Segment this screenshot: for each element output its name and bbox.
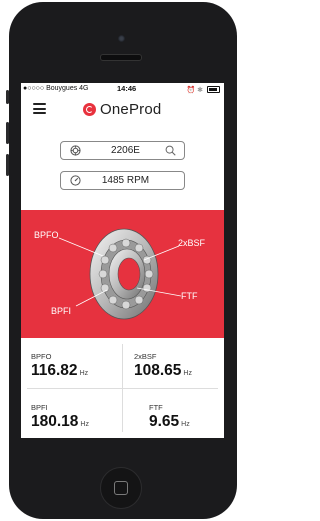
bsf-result: 2xBSF 108.65 Hz xyxy=(123,338,224,388)
bpfi-diagram-label: BPFI xyxy=(51,306,72,316)
bearing-diagram-panel: BPFO 2xBSF FTF BPFI xyxy=(21,210,224,338)
volume-down-button xyxy=(6,154,9,176)
status-icons: ⏰ ✱ xyxy=(186,85,220,94)
rotation-speed-value: 1485 RPM xyxy=(101,175,150,186)
front-camera xyxy=(118,35,125,42)
home-button[interactable] xyxy=(100,467,142,509)
result-value: 180.18 Hz xyxy=(31,413,89,430)
volume-up-button xyxy=(6,122,9,144)
result-name: 2xBSF xyxy=(134,352,157,361)
oneprod-logo: OneProd xyxy=(83,100,161,118)
battery-icon xyxy=(207,86,220,93)
result-value: 108.65 Hz xyxy=(134,362,192,379)
search-icon[interactable] xyxy=(165,145,176,156)
mute-switch xyxy=(6,90,9,104)
bsf-diagram-label: 2xBSF xyxy=(178,238,206,248)
rotation-speed-field[interactable]: 1485 RPM xyxy=(60,171,185,190)
result-name: BPFI xyxy=(31,403,48,412)
bearing-icon xyxy=(70,145,81,156)
status-bar: ●○○○○ Bouygues 4G 14:46 ⏰ ✱ xyxy=(21,83,224,95)
bearing-reference-field[interactable]: 2206E xyxy=(60,141,185,160)
oneprod-logo-text: OneProd xyxy=(100,100,162,118)
result-value: 9.65 Hz xyxy=(149,413,190,430)
result-name: BPFO xyxy=(31,352,52,361)
status-time: 14:46 xyxy=(117,84,137,93)
bearing-reference-value: 2206E xyxy=(111,145,140,156)
gauge-icon xyxy=(70,175,81,186)
bpfo-result: BPFO 116.82 Hz xyxy=(21,338,122,388)
frequency-results: BPFO 116.82 Hz 2xBSF 108.65 Hz BPFI 180.18… xyxy=(21,338,224,438)
bpfi-result: BPFI 180.18 Hz xyxy=(21,389,122,438)
app-screen: ●○○○○ Bouygues 4G 14:46 ⏰ ✱ OneProd 2206… xyxy=(21,83,224,438)
result-value: 116.82 Hz xyxy=(31,362,89,379)
ftf-diagram-label: FTF xyxy=(181,291,198,301)
ftf-result: FTF 9.65 Hz xyxy=(123,389,224,438)
bluetooth-icon: ✱ xyxy=(197,87,204,94)
menu-icon[interactable] xyxy=(33,103,46,114)
app-header: OneProd xyxy=(21,96,224,122)
bpfo-diagram-label: BPFO xyxy=(34,230,59,240)
alarm-icon: ⏰ xyxy=(186,87,196,94)
result-name: FTF xyxy=(149,403,163,412)
carrier-label: ●○○○○ Bouygues 4G xyxy=(23,85,89,92)
oneprod-logo-mark xyxy=(83,102,96,116)
home-square-icon xyxy=(114,481,128,495)
earpiece-speaker xyxy=(100,54,142,61)
